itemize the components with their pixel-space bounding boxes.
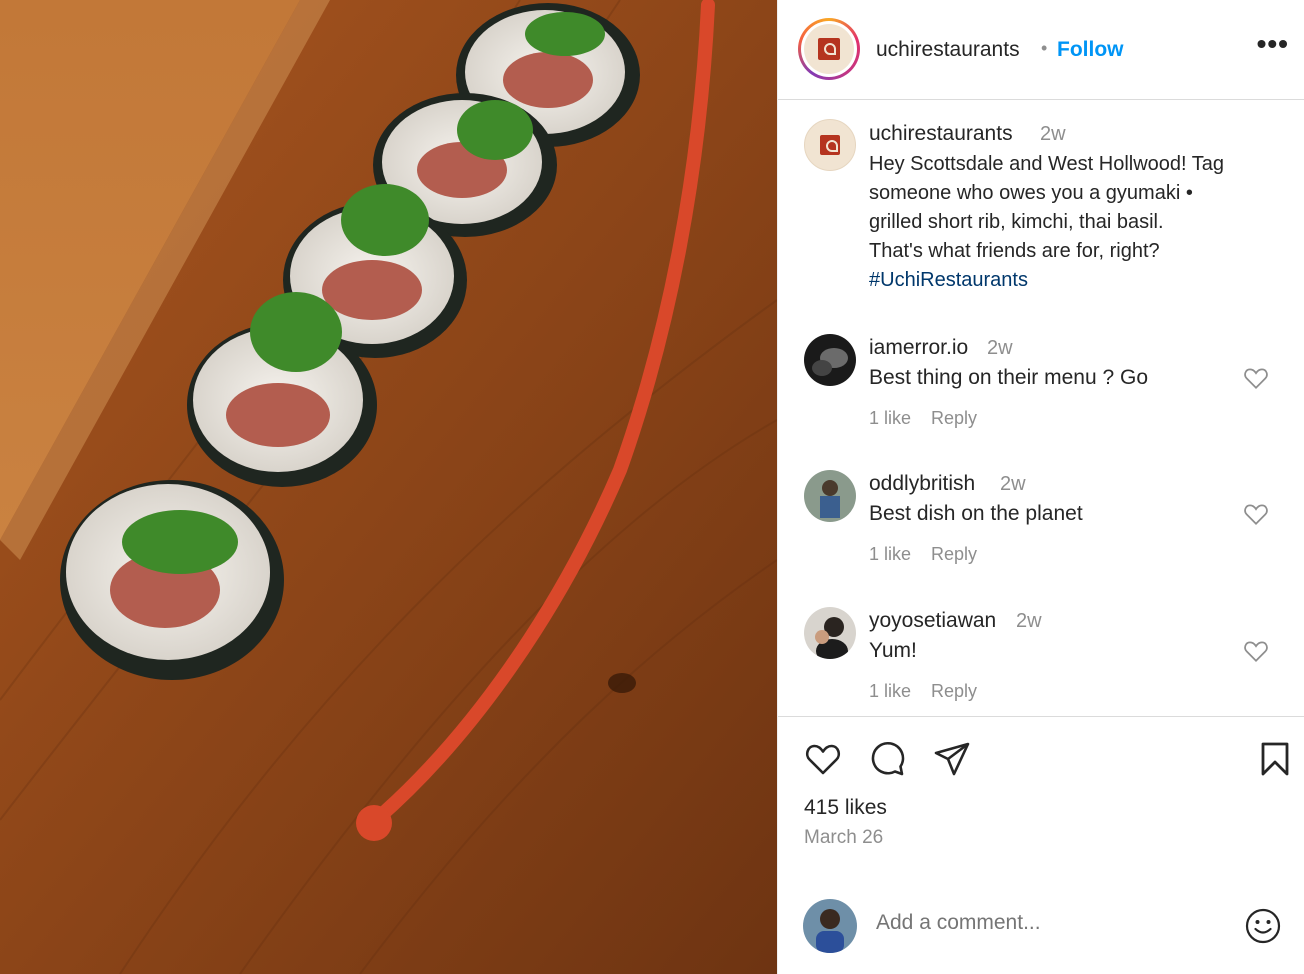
comment-icon[interactable]	[868, 740, 906, 778]
reply-button[interactable]: Reply	[931, 681, 977, 701]
heart-icon[interactable]	[1243, 502, 1269, 526]
caption-text: Hey Scottsdale and West Hollwood! Tag so…	[869, 150, 1289, 295]
current-user-avatar	[803, 899, 857, 953]
reply-button[interactable]: Reply	[931, 408, 977, 428]
comment-item: oddlybritish 2w Best dish on the planet …	[778, 470, 1304, 580]
heart-icon[interactable]	[1243, 639, 1269, 663]
heart-icon[interactable]	[804, 740, 842, 778]
uchi-logo-icon	[804, 24, 854, 74]
likes-count[interactable]: 415 likes	[804, 796, 887, 820]
emoji-icon[interactable]	[1244, 907, 1282, 945]
uchi-logo-icon	[820, 135, 840, 155]
post-date[interactable]: March 26	[804, 827, 883, 849]
comment-time: 2w	[987, 337, 1013, 359]
comment-text: Best dish on the planet	[869, 502, 1083, 525]
comment-likes[interactable]: 1 like	[869, 544, 911, 564]
caption-time: 2w	[1040, 123, 1066, 145]
comment-time: 2w	[1000, 473, 1026, 495]
comment-item: iamerror.io 2w Best thing on their menu …	[778, 334, 1304, 444]
bookmark-icon[interactable]	[1256, 740, 1294, 778]
post-sidebar: uchirestaurants • Follow ••• uchirestaur…	[777, 0, 1304, 974]
sushi-photo	[0, 0, 777, 974]
header-separator: •	[1041, 38, 1048, 58]
caption-line: That's what friends are for, right?	[869, 240, 1160, 262]
commenter-avatar[interactable]	[804, 607, 856, 659]
actions-divider	[778, 716, 1304, 717]
comment-item: yoyosetiawan 2w Yum! 1 like Reply	[778, 607, 1304, 717]
comment-meta: 1 like Reply	[869, 408, 977, 429]
comment-meta: 1 like Reply	[869, 681, 977, 702]
add-comment-row	[778, 876, 1304, 974]
caption-line: someone who owes you a gyumaki •	[869, 182, 1193, 204]
add-comment-input[interactable]	[876, 911, 1216, 935]
commenter-avatar[interactable]	[804, 470, 856, 522]
caption-line: grilled short rib, kimchi, thai basil.	[869, 211, 1164, 233]
share-icon[interactable]	[933, 740, 971, 778]
caption-avatar[interactable]	[804, 119, 856, 171]
heart-icon[interactable]	[1243, 366, 1269, 390]
caption-username[interactable]: uchirestaurants	[869, 122, 1013, 146]
comment-username[interactable]: yoyosetiawan	[869, 609, 996, 633]
comment-meta: 1 like Reply	[869, 544, 977, 565]
comment-username[interactable]: oddlybritish	[869, 472, 975, 496]
comment-username[interactable]: iamerror.io	[869, 336, 968, 360]
comment-likes[interactable]: 1 like	[869, 681, 911, 701]
post-image[interactable]	[0, 0, 777, 974]
comment-text: Best thing on their menu ? Go	[869, 366, 1148, 389]
commenter-avatar[interactable]	[804, 334, 856, 386]
post-header: uchirestaurants • Follow •••	[778, 0, 1304, 100]
comment-time: 2w	[1016, 610, 1042, 632]
hashtag-link[interactable]: #UchiRestaurants	[869, 266, 1289, 295]
header-username[interactable]: uchirestaurants	[876, 38, 1020, 62]
reply-button[interactable]: Reply	[931, 544, 977, 564]
follow-button[interactable]: Follow	[1057, 38, 1124, 62]
more-horizontal-icon[interactable]: •••	[1257, 28, 1289, 60]
comment-text: Yum!	[869, 639, 917, 662]
profile-avatar-ring[interactable]	[798, 18, 860, 80]
caption-line: Hey Scottsdale and West Hollwood! Tag	[869, 153, 1225, 175]
comment-likes[interactable]: 1 like	[869, 408, 911, 428]
